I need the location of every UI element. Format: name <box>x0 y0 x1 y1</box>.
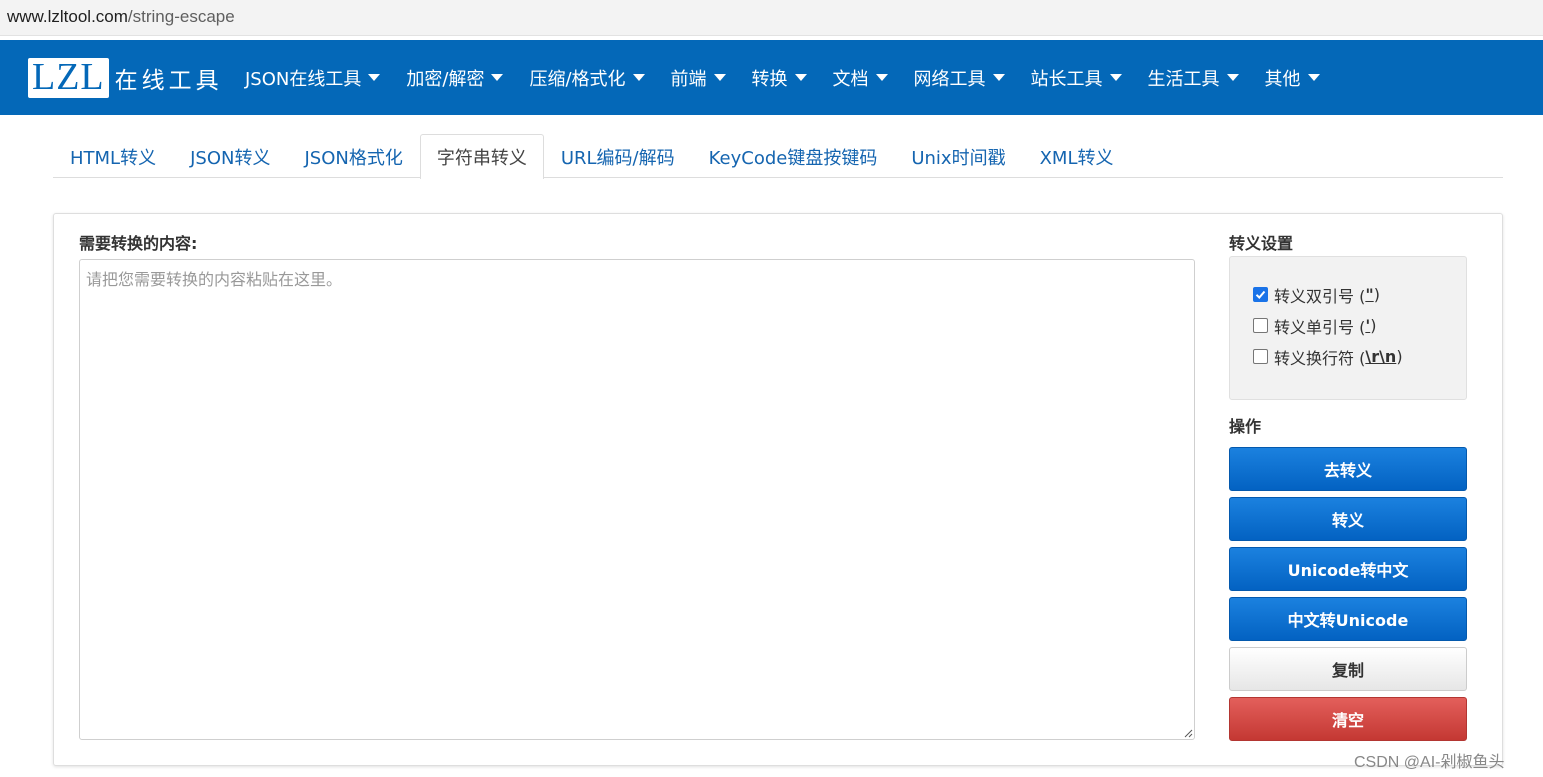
nav-item-label: 其他 <box>1264 68 1301 90</box>
caret-down-icon <box>794 74 807 81</box>
tab-json-escape[interactable]: JSON转义 <box>173 134 287 178</box>
checkbox-icon[interactable] <box>1253 318 1268 333</box>
logo-text: 在线工具 <box>114 68 223 94</box>
unicode-to-chinese-button[interactable]: Unicode转中文 <box>1229 547 1467 591</box>
site-logo[interactable]: LZL 在线工具 <box>28 57 223 99</box>
tab-unix-timestamp[interactable]: Unix时间戳 <box>894 134 1022 178</box>
option-suffix: ) <box>1370 316 1377 335</box>
input-label: 需要转换的内容: <box>79 234 198 253</box>
watermark: CSDN @AI-剁椒鱼头 <box>1354 754 1505 771</box>
nav-item-compress[interactable]: 压缩/格式化 <box>516 65 657 91</box>
url-text[interactable]: www.lzltool.com/string-escape <box>7 7 235 27</box>
clear-button[interactable]: 清空 <box>1229 697 1467 741</box>
caret-down-icon <box>368 74 381 81</box>
option-escape-single-quote[interactable]: 转义单引号 ( ' ) <box>1253 310 1466 341</box>
caret-down-icon <box>1307 74 1320 81</box>
option-label: 转义双引号 ( <box>1274 286 1366 306</box>
caret-down-icon <box>713 74 726 81</box>
option-suffix: ) <box>1373 285 1380 304</box>
nav-item-docs[interactable]: 文档 <box>820 65 901 91</box>
settings-title: 转义设置 <box>1229 234 1294 253</box>
option-escape-double-quote[interactable]: 转义双引号 ( " ) <box>1253 279 1466 310</box>
nav-item-network[interactable]: 网络工具 <box>901 65 1018 91</box>
nav-item-frontend[interactable]: 前端 <box>658 65 739 91</box>
actions-title: 操作 <box>1229 417 1262 436</box>
caret-down-icon <box>875 74 888 81</box>
nav-item-label: 网络工具 <box>913 68 986 90</box>
content-textarea[interactable] <box>79 259 1195 740</box>
escape-settings: 转义双引号 ( " ) 转义单引号 ( ' ) 转义换行符 ( \r\n ) <box>1229 256 1467 400</box>
chinese-to-unicode-button[interactable]: 中文转Unicode <box>1229 597 1467 641</box>
nav-item-label: 转换 <box>751 68 788 90</box>
nav-item-other[interactable]: 其他 <box>1252 65 1333 91</box>
nav-item-label: 生活工具 <box>1147 68 1220 90</box>
main-nav: JSON在线工具 加密/解密 压缩/格式化 前端 转换 文档 网络工具 站长工具… <box>232 40 1333 115</box>
tab-html-escape[interactable]: HTML转义 <box>53 134 173 178</box>
nav-item-life[interactable]: 生活工具 <box>1135 65 1252 91</box>
nav-item-json-tools[interactable]: JSON在线工具 <box>232 65 393 91</box>
caret-down-icon <box>992 74 1005 81</box>
url-path: /string-escape <box>127 7 235 26</box>
option-label: 转义单引号 ( <box>1274 317 1366 337</box>
tool-panel: 需要转换的内容: 转义设置 转义双引号 ( " ) 转义单引号 ( ' ) 转义… <box>53 213 1503 766</box>
unescape-button[interactable]: 去转义 <box>1229 447 1467 491</box>
checkbox-icon[interactable] <box>1253 349 1268 364</box>
caret-down-icon <box>1109 74 1122 81</box>
nav-item-label: 前端 <box>670 68 707 90</box>
caret-down-icon <box>1226 74 1239 81</box>
tab-string-escape[interactable]: 字符串转义 <box>419 134 544 179</box>
option-code: " <box>1365 285 1374 304</box>
nav-item-label: 站长工具 <box>1030 68 1103 90</box>
option-suffix: ) <box>1396 347 1403 366</box>
checkbox-checked-icon[interactable] <box>1253 287 1268 302</box>
copy-button[interactable]: 复制 <box>1229 647 1467 691</box>
url-host: www.lzltool.com <box>7 7 128 26</box>
nav-item-convert[interactable]: 转换 <box>739 65 820 91</box>
option-code: \r\n <box>1365 347 1397 366</box>
option-escape-newline[interactable]: 转义换行符 ( \r\n ) <box>1253 341 1466 372</box>
tab-json-format[interactable]: JSON格式化 <box>287 134 419 178</box>
escape-button[interactable]: 转义 <box>1229 497 1467 541</box>
nav-item-webmaster[interactable]: 站长工具 <box>1018 65 1135 91</box>
tab-xml-escape[interactable]: XML转义 <box>1023 134 1131 178</box>
nav-item-label: 加密/解密 <box>406 68 485 90</box>
caret-down-icon <box>491 74 504 81</box>
nav-item-label: JSON在线工具 <box>245 68 362 90</box>
nav-item-label: 文档 <box>832 68 869 90</box>
browser-address-bar[interactable]: www.lzltool.com/string-escape <box>0 0 1543 36</box>
nav-item-crypto[interactable]: 加密/解密 <box>393 65 516 91</box>
nav-item-label: 压缩/格式化 <box>529 68 626 90</box>
top-navbar: LZL 在线工具 JSON在线工具 加密/解密 压缩/格式化 前端 转换 文档 … <box>0 40 1543 115</box>
logo-box: LZL <box>28 58 109 98</box>
option-label: 转义换行符 ( <box>1274 348 1366 368</box>
caret-down-icon <box>632 74 645 81</box>
tool-tabs: HTML转义 JSON转义 JSON格式化 字符串转义 URL编码/解码 Key… <box>53 134 1503 179</box>
tab-url-encode[interactable]: URL编码/解码 <box>544 134 692 178</box>
tab-keycode[interactable]: KeyCode键盘按键码 <box>692 134 895 178</box>
